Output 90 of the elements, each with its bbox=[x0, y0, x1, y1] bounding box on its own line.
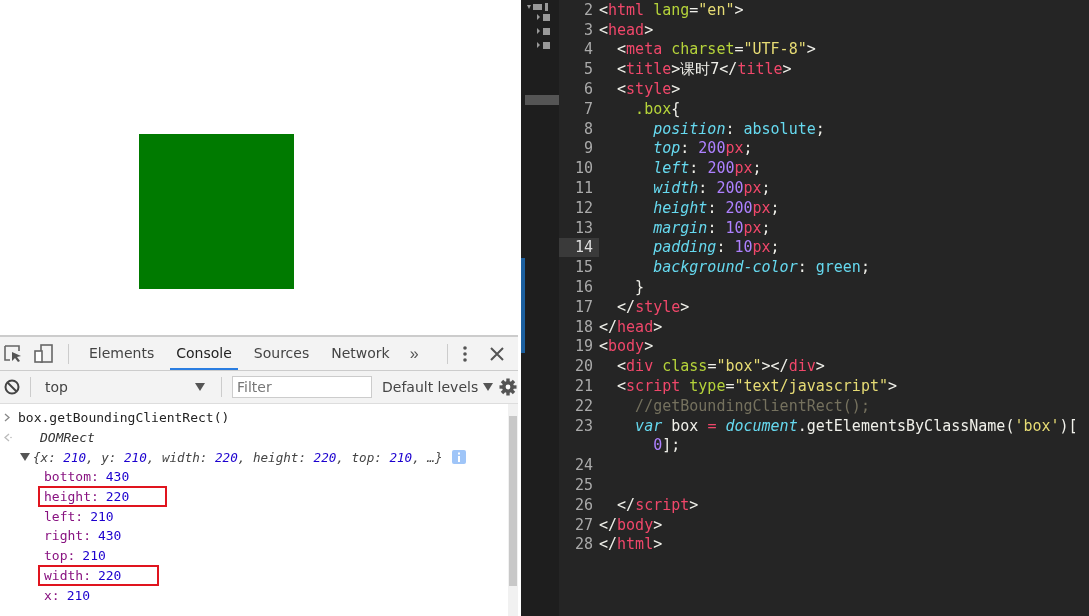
code-line: </script> bbox=[616, 495, 699, 514]
code-line: </head> bbox=[599, 317, 663, 336]
code-line: 0]; bbox=[652, 436, 681, 455]
line-number: 26 bbox=[573, 494, 594, 515]
line-number: 25 bbox=[573, 475, 594, 495]
line-number: 18 bbox=[573, 316, 594, 337]
line-number: 16 bbox=[573, 277, 594, 297]
line-number: 15 bbox=[573, 257, 594, 278]
property-name: top: bbox=[44, 548, 76, 564]
line-number: 19 bbox=[573, 336, 594, 357]
code-line: <html lang="en"> bbox=[599, 0, 744, 19]
property-name: right: bbox=[44, 528, 91, 544]
more-tabs-button[interactable]: » bbox=[405, 344, 423, 363]
dropdown-icon bbox=[195, 383, 205, 391]
line-number: 4 bbox=[582, 39, 594, 60]
line-number: 21 bbox=[573, 376, 594, 396]
line-number: 2 bbox=[582, 0, 594, 20]
line-number: 3 bbox=[582, 19, 594, 40]
context-select[interactable]: top bbox=[41, 379, 211, 395]
result-arrow-icon bbox=[4, 433, 12, 443]
tree-selection bbox=[525, 95, 559, 105]
code-line: <meta charset="UTF-8"> bbox=[616, 40, 816, 59]
code-line: background-color: green; bbox=[652, 258, 870, 277]
line-number: 5 bbox=[582, 59, 594, 80]
object-type: DOMRect bbox=[40, 430, 95, 446]
line-number: 14 bbox=[559, 237, 599, 258]
filter-field[interactable]: Filter bbox=[232, 376, 372, 398]
code-line: <body> bbox=[599, 337, 654, 356]
code-line: var box = document.getElementsByClassName('box')[ bbox=[634, 416, 1078, 435]
code-line: <div class="box"></div> bbox=[616, 357, 825, 376]
code-line: } bbox=[634, 278, 645, 297]
code-line: padding: 10px; bbox=[652, 238, 780, 257]
device-icon[interactable] bbox=[34, 343, 54, 364]
line-number: 10 bbox=[573, 158, 594, 179]
property-value: 210 bbox=[66, 587, 91, 603]
code-line: </html> bbox=[599, 535, 663, 554]
line-number: 12 bbox=[573, 197, 594, 218]
code-line: left: 200px; bbox=[652, 159, 762, 178]
devtools-tab[interactable]: Network bbox=[325, 337, 396, 370]
code-line: <head> bbox=[599, 20, 654, 39]
property-name: x: bbox=[44, 587, 60, 603]
devtools-tab[interactable]: Sources bbox=[247, 337, 316, 370]
line-number: 13 bbox=[573, 217, 594, 238]
code-line: width: 200px; bbox=[652, 179, 771, 198]
code-line: <title>课时7</title> bbox=[616, 59, 792, 79]
code-line: height: 200px; bbox=[652, 198, 780, 217]
info-icon bbox=[451, 450, 466, 465]
code-line: .box{ bbox=[634, 99, 681, 118]
line-number: 17 bbox=[573, 296, 594, 317]
property-value: 210 bbox=[82, 548, 106, 564]
devtools-tab[interactable]: Elements bbox=[83, 337, 161, 370]
code-line: //getBoundingClientRect(); bbox=[634, 396, 870, 415]
line-number: 9 bbox=[582, 138, 594, 159]
levels-select[interactable]: Default levels bbox=[382, 379, 494, 395]
line-number: 23 bbox=[573, 415, 594, 436]
line-number: 11 bbox=[573, 178, 594, 198]
property-name: width: bbox=[44, 567, 91, 583]
line-number: 7 bbox=[582, 99, 594, 119]
expanded-triangle-icon[interactable] bbox=[20, 452, 30, 463]
property-value: 430 bbox=[105, 469, 130, 485]
property-value: 210 bbox=[90, 508, 114, 524]
code-line: </style> bbox=[616, 297, 690, 316]
line-number: 27 bbox=[573, 514, 594, 535]
line-number: 8 bbox=[582, 118, 594, 139]
code-line: <script type="text/javascript"> bbox=[616, 377, 898, 396]
line-number: 20 bbox=[573, 356, 594, 377]
line-number: 28 bbox=[573, 534, 594, 555]
property-value: 430 bbox=[97, 528, 122, 544]
prompt-icon bbox=[4, 413, 10, 423]
code-line: margin: 10px; bbox=[652, 218, 771, 237]
code-line: </body> bbox=[599, 515, 663, 534]
clear-icon[interactable] bbox=[4, 379, 20, 395]
code-line: top: 200px; bbox=[652, 139, 753, 158]
console-command-text: box.getBoundingClientRect() bbox=[18, 410, 230, 426]
object-preview: {x: 210, y: 210, width: 220, height: 220, top: 210, …} bbox=[33, 449, 443, 465]
line-number: 6 bbox=[582, 79, 594, 99]
code-line: <style> bbox=[616, 80, 681, 99]
property-name: bottom: bbox=[44, 469, 99, 485]
code-line: position: absolute; bbox=[652, 119, 825, 138]
property-name: height: bbox=[44, 489, 99, 505]
line-number: 24 bbox=[573, 455, 594, 476]
property-value: 220 bbox=[105, 489, 130, 505]
scrollbar[interactable] bbox=[508, 404, 518, 616]
dropdown-icon bbox=[483, 383, 494, 391]
property-name: left: bbox=[44, 508, 84, 524]
settings-icon[interactable] bbox=[499, 378, 518, 396]
property-value: 220 bbox=[97, 567, 122, 583]
menu-icon[interactable] bbox=[461, 344, 468, 363]
close-icon[interactable] bbox=[489, 346, 504, 361]
line-number: 22 bbox=[573, 395, 594, 416]
